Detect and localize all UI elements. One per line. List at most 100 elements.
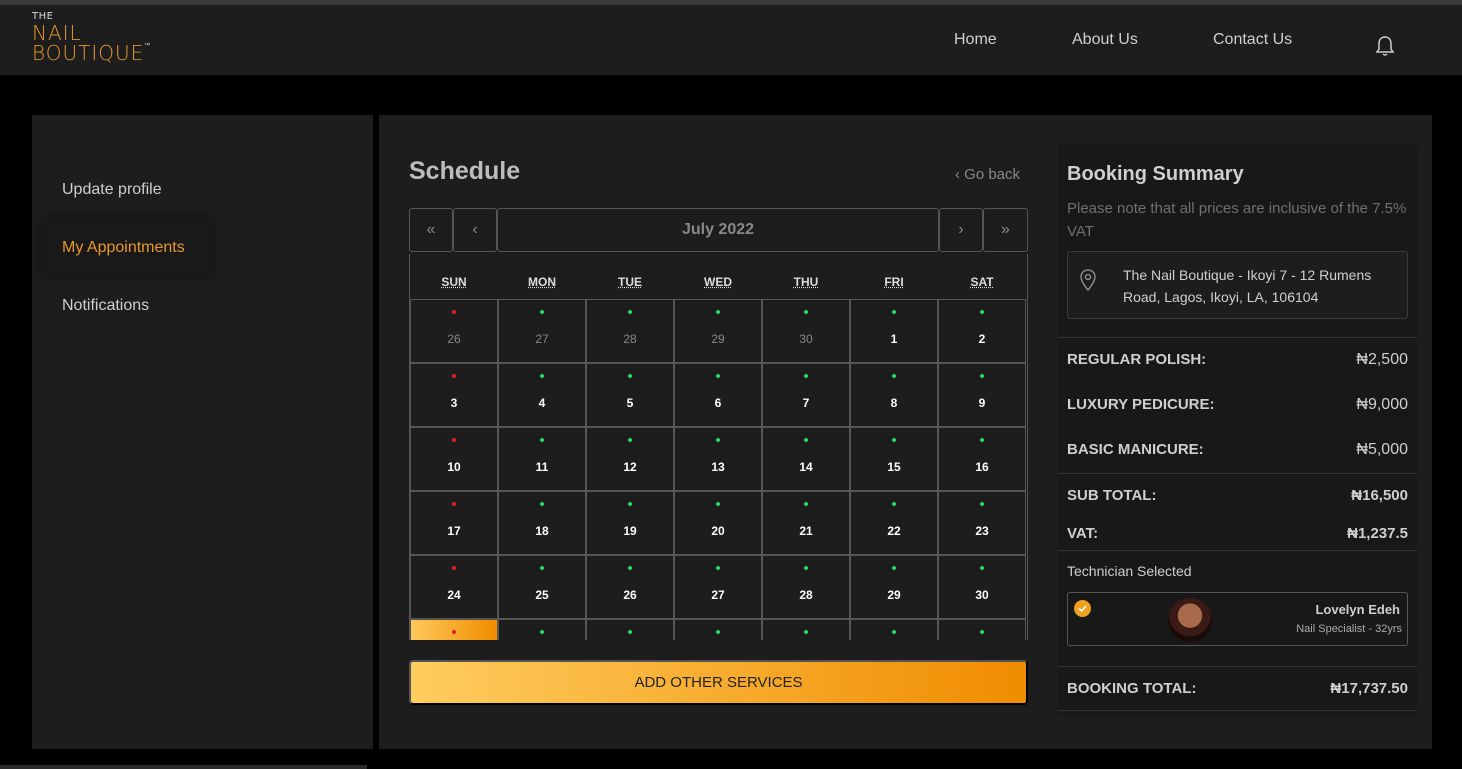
technician-card[interactable]: Lovelyn Edeh Nail Specialist - 32yrs	[1067, 592, 1408, 646]
calendar-day[interactable]: 21	[762, 491, 850, 555]
nav-contact-link[interactable]: Contact Us	[1213, 31, 1292, 49]
go-back-link[interactable]: ‹ Go back	[955, 166, 1020, 183]
unavailable-dot	[452, 502, 456, 506]
calendar-day[interactable]: 15	[850, 427, 938, 491]
prev-month-button[interactable]: ‹	[453, 208, 497, 252]
calendar-day[interactable]: 8	[850, 363, 938, 427]
calendar-day[interactable]: 6	[674, 363, 762, 427]
month-label-button[interactable]: July 2022	[497, 208, 939, 252]
nav-home-link[interactable]: Home	[954, 31, 997, 49]
calendar-day[interactable]	[938, 619, 1026, 640]
calendar-day[interactable]: 30	[762, 299, 850, 363]
technician-role: Nail Specialist - 32yrs	[1296, 623, 1402, 635]
sidebar-item-update-profile[interactable]: Update profile	[62, 181, 162, 199]
calendar-header: « ‹ July 2022 › »	[409, 208, 1028, 254]
add-other-services-button[interactable]: ADD OTHER SERVICES	[409, 660, 1028, 705]
available-dot	[980, 566, 984, 570]
service-price: ₦9,000	[1356, 396, 1408, 413]
calendar-day[interactable]: 17	[410, 491, 498, 555]
available-dot	[980, 374, 984, 378]
calendar-day[interactable]: 14	[762, 427, 850, 491]
calendar-day[interactable]	[762, 619, 850, 640]
service-price: ₦2,500	[1356, 351, 1408, 368]
divider	[1058, 337, 1417, 338]
available-dot	[540, 374, 544, 378]
calendar-day-selected[interactable]	[410, 619, 498, 640]
calendar-day[interactable]: 23	[938, 491, 1026, 555]
day-number: 30	[799, 332, 813, 346]
technician-avatar	[1168, 598, 1212, 642]
calendar-day[interactable]: 20	[674, 491, 762, 555]
sidebar-item-notifications[interactable]: Notifications	[62, 297, 149, 315]
next-month-button[interactable]: ›	[939, 208, 983, 252]
technician-name: Lovelyn Edeh	[1315, 602, 1400, 617]
calendar-day[interactable]	[498, 619, 586, 640]
calendar-day[interactable]: 27	[498, 299, 586, 363]
calendar-day[interactable]: 1	[850, 299, 938, 363]
available-dot	[628, 374, 632, 378]
available-dot	[540, 630, 544, 634]
day-number: 28	[799, 588, 813, 602]
calendar-day[interactable]: 22	[850, 491, 938, 555]
bell-icon[interactable]	[1375, 35, 1395, 57]
calendar-day[interactable]: 11	[498, 427, 586, 491]
day-number: 23	[975, 524, 989, 538]
calendar-day[interactable]: 30	[938, 555, 1026, 619]
available-dot	[892, 566, 896, 570]
prev-year-button[interactable]: «	[409, 208, 453, 252]
unavailable-dot	[452, 374, 456, 378]
nav-about-link[interactable]: About Us	[1072, 31, 1138, 49]
day-number: 25	[535, 588, 549, 602]
subtotal-label: SUB TOTAL:	[1067, 487, 1157, 504]
sidebar-item-my-appointments[interactable]: My Appointments	[62, 239, 185, 257]
calendar-day[interactable]: 3	[410, 363, 498, 427]
divider	[1058, 550, 1417, 551]
day-number: 16	[975, 460, 989, 474]
calendar-week-row: 24 25 26 27 28 29 30	[410, 555, 1027, 619]
calendar-day[interactable]: 26	[410, 299, 498, 363]
calendar-day[interactable]: 18	[498, 491, 586, 555]
calendar-week-row	[410, 619, 1027, 640]
calendar-day[interactable]: 19	[586, 491, 674, 555]
calendar-day[interactable]: 4	[498, 363, 586, 427]
calendar-day[interactable]: 29	[674, 299, 762, 363]
day-number: 17	[447, 524, 461, 538]
calendar-day[interactable]: 24	[410, 555, 498, 619]
location-box: The Nail Boutique - Ikoyi 7 - 12 Rumens …	[1067, 251, 1408, 319]
weekday-label: TUE	[618, 274, 642, 289]
next-year-button[interactable]: »	[983, 208, 1028, 252]
service-label: REGULAR POLISH:	[1067, 351, 1207, 368]
calendar-day[interactable]: 7	[762, 363, 850, 427]
calendar-day[interactable]	[586, 619, 674, 640]
divider	[1058, 710, 1417, 711]
account-sidebar: Update profile My Appointments Notificat…	[32, 115, 373, 749]
day-number: 5	[626, 396, 634, 410]
calendar-week-row: 3 4 5 6 7 8 9	[410, 363, 1027, 427]
vat-label: VAT:	[1067, 525, 1099, 542]
service-price: ₦5,000	[1356, 441, 1408, 458]
available-dot	[540, 438, 544, 442]
calendar-day[interactable]: 25	[498, 555, 586, 619]
available-dot	[628, 630, 632, 634]
calendar-day[interactable]: 28	[586, 299, 674, 363]
subtotal-value: ₦16,500	[1351, 487, 1408, 504]
brand-logo[interactable]: THE NAIL BOUTIQUE™	[32, 12, 151, 64]
calendar-day[interactable]: 16	[938, 427, 1026, 491]
calendar-day[interactable]: 27	[674, 555, 762, 619]
calendar-day[interactable]: 26	[586, 555, 674, 619]
calendar-day[interactable]: 10	[410, 427, 498, 491]
calendar-day[interactable]: 28	[762, 555, 850, 619]
weekday-label: MON	[528, 274, 556, 289]
calendar-day[interactable]	[850, 619, 938, 640]
calendar-day[interactable]: 2	[938, 299, 1026, 363]
calendar-day[interactable]: 9	[938, 363, 1026, 427]
calendar-day[interactable]: 13	[674, 427, 762, 491]
calendar-day[interactable]: 29	[850, 555, 938, 619]
day-number: 19	[623, 524, 637, 538]
day-number: 20	[711, 524, 725, 538]
calendar-day[interactable]	[674, 619, 762, 640]
calendar-day[interactable]: 12	[586, 427, 674, 491]
calendar-day[interactable]: 5	[586, 363, 674, 427]
day-number: 11	[535, 460, 549, 474]
salon-address: The Nail Boutique - Ikoyi 7 - 12 Rumens …	[1123, 267, 1372, 305]
